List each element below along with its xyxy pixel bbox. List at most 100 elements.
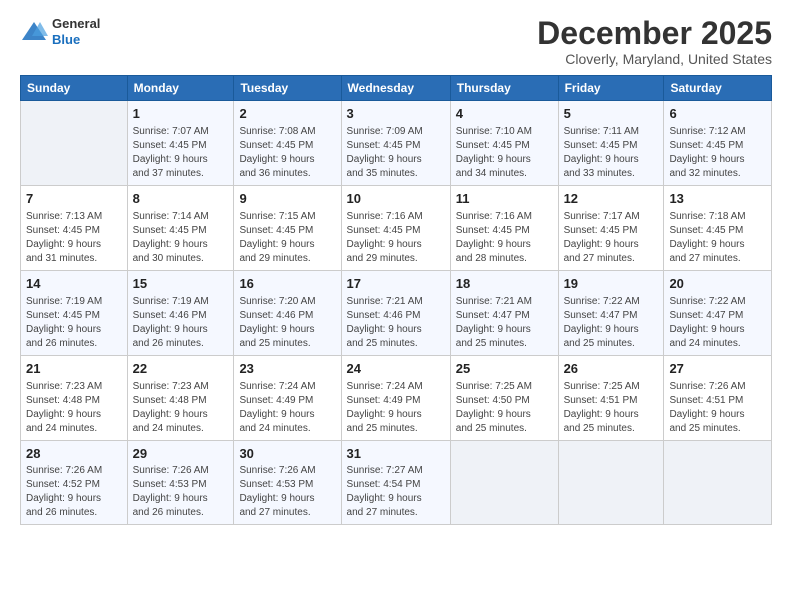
day-number: 14: [26, 275, 122, 294]
day-number: 11: [456, 190, 553, 209]
header-monday: Monday: [127, 76, 234, 101]
day-number: 30: [239, 445, 335, 464]
day-content: Sunrise: 7:25 AMSunset: 4:51 PMDaylight:…: [564, 380, 659, 436]
header-saturday: Saturday: [664, 76, 772, 101]
calendar-table: Sunday Monday Tuesday Wednesday Thursday…: [20, 75, 772, 525]
cell-week1-day4: 4Sunrise: 7:10 AMSunset: 4:45 PMDaylight…: [450, 101, 558, 186]
day-content: Sunrise: 7:12 AMSunset: 4:45 PMDaylight:…: [669, 125, 766, 181]
cell-week4-day2: 23Sunrise: 7:24 AMSunset: 4:49 PMDayligh…: [234, 355, 341, 440]
header-sunday: Sunday: [21, 76, 128, 101]
header-thursday: Thursday: [450, 76, 558, 101]
day-number: 20: [669, 275, 766, 294]
day-number: 2: [239, 105, 335, 124]
cell-week1-day1: 1Sunrise: 7:07 AMSunset: 4:45 PMDaylight…: [127, 101, 234, 186]
week-row-3: 14Sunrise: 7:19 AMSunset: 4:45 PMDayligh…: [21, 270, 772, 355]
cell-week3-day5: 19Sunrise: 7:22 AMSunset: 4:47 PMDayligh…: [558, 270, 664, 355]
cell-week3-day4: 18Sunrise: 7:21 AMSunset: 4:47 PMDayligh…: [450, 270, 558, 355]
header-tuesday: Tuesday: [234, 76, 341, 101]
week-row-4: 21Sunrise: 7:23 AMSunset: 4:48 PMDayligh…: [21, 355, 772, 440]
cell-week3-day1: 15Sunrise: 7:19 AMSunset: 4:46 PMDayligh…: [127, 270, 234, 355]
cell-week5-day0: 28Sunrise: 7:26 AMSunset: 4:52 PMDayligh…: [21, 440, 128, 525]
cell-week2-day3: 10Sunrise: 7:16 AMSunset: 4:45 PMDayligh…: [341, 186, 450, 271]
logo-general-label: General: [52, 16, 100, 32]
day-content: Sunrise: 7:26 AMSunset: 4:52 PMDaylight:…: [26, 464, 122, 520]
day-content: Sunrise: 7:26 AMSunset: 4:51 PMDaylight:…: [669, 380, 766, 436]
cell-week1-day5: 5Sunrise: 7:11 AMSunset: 4:45 PMDaylight…: [558, 101, 664, 186]
day-number: 1: [133, 105, 229, 124]
day-content: Sunrise: 7:24 AMSunset: 4:49 PMDaylight:…: [239, 380, 335, 436]
cell-week2-day1: 8Sunrise: 7:14 AMSunset: 4:45 PMDaylight…: [127, 186, 234, 271]
day-number: 18: [456, 275, 553, 294]
day-number: 29: [133, 445, 229, 464]
cell-week2-day2: 9Sunrise: 7:15 AMSunset: 4:45 PMDaylight…: [234, 186, 341, 271]
day-content: Sunrise: 7:25 AMSunset: 4:50 PMDaylight:…: [456, 380, 553, 436]
cell-week4-day5: 26Sunrise: 7:25 AMSunset: 4:51 PMDayligh…: [558, 355, 664, 440]
day-number: 13: [669, 190, 766, 209]
title-block: December 2025 Cloverly, Maryland, United…: [537, 16, 772, 67]
day-content: Sunrise: 7:14 AMSunset: 4:45 PMDaylight:…: [133, 210, 229, 266]
cell-week5-day3: 31Sunrise: 7:27 AMSunset: 4:54 PMDayligh…: [341, 440, 450, 525]
cell-week3-day3: 17Sunrise: 7:21 AMSunset: 4:46 PMDayligh…: [341, 270, 450, 355]
day-content: Sunrise: 7:19 AMSunset: 4:46 PMDaylight:…: [133, 295, 229, 351]
day-number: 5: [564, 105, 659, 124]
day-content: Sunrise: 7:26 AMSunset: 4:53 PMDaylight:…: [239, 464, 335, 520]
cell-week4-day3: 24Sunrise: 7:24 AMSunset: 4:49 PMDayligh…: [341, 355, 450, 440]
header-friday: Friday: [558, 76, 664, 101]
week-row-1: 1Sunrise: 7:07 AMSunset: 4:45 PMDaylight…: [21, 101, 772, 186]
week-row-5: 28Sunrise: 7:26 AMSunset: 4:52 PMDayligh…: [21, 440, 772, 525]
day-content: Sunrise: 7:21 AMSunset: 4:47 PMDaylight:…: [456, 295, 553, 351]
cell-week3-day2: 16Sunrise: 7:20 AMSunset: 4:46 PMDayligh…: [234, 270, 341, 355]
cell-week5-day1: 29Sunrise: 7:26 AMSunset: 4:53 PMDayligh…: [127, 440, 234, 525]
day-content: Sunrise: 7:19 AMSunset: 4:45 PMDaylight:…: [26, 295, 122, 351]
day-number: 15: [133, 275, 229, 294]
day-content: Sunrise: 7:08 AMSunset: 4:45 PMDaylight:…: [239, 125, 335, 181]
cell-week5-day5: [558, 440, 664, 525]
logo-icon: [20, 18, 48, 46]
day-number: 4: [456, 105, 553, 124]
day-number: 17: [347, 275, 445, 294]
day-number: 16: [239, 275, 335, 294]
day-number: 27: [669, 360, 766, 379]
day-number: 23: [239, 360, 335, 379]
cell-week5-day2: 30Sunrise: 7:26 AMSunset: 4:53 PMDayligh…: [234, 440, 341, 525]
cell-week1-day3: 3Sunrise: 7:09 AMSunset: 4:45 PMDaylight…: [341, 101, 450, 186]
day-content: Sunrise: 7:27 AMSunset: 4:54 PMDaylight:…: [347, 464, 445, 520]
day-content: Sunrise: 7:23 AMSunset: 4:48 PMDaylight:…: [133, 380, 229, 436]
day-number: 28: [26, 445, 122, 464]
cell-week4-day6: 27Sunrise: 7:26 AMSunset: 4:51 PMDayligh…: [664, 355, 772, 440]
day-number: 31: [347, 445, 445, 464]
day-content: Sunrise: 7:18 AMSunset: 4:45 PMDaylight:…: [669, 210, 766, 266]
cell-week3-day6: 20Sunrise: 7:22 AMSunset: 4:47 PMDayligh…: [664, 270, 772, 355]
cell-week4-day0: 21Sunrise: 7:23 AMSunset: 4:48 PMDayligh…: [21, 355, 128, 440]
day-content: Sunrise: 7:22 AMSunset: 4:47 PMDaylight:…: [669, 295, 766, 351]
cell-week1-day2: 2Sunrise: 7:08 AMSunset: 4:45 PMDaylight…: [234, 101, 341, 186]
day-content: Sunrise: 7:09 AMSunset: 4:45 PMDaylight:…: [347, 125, 445, 181]
month-title: December 2025: [537, 16, 772, 51]
header-wednesday: Wednesday: [341, 76, 450, 101]
cell-week5-day6: [664, 440, 772, 525]
week-row-2: 7Sunrise: 7:13 AMSunset: 4:45 PMDaylight…: [21, 186, 772, 271]
day-number: 7: [26, 190, 122, 209]
day-content: Sunrise: 7:17 AMSunset: 4:45 PMDaylight:…: [564, 210, 659, 266]
day-number: 25: [456, 360, 553, 379]
cell-week3-day0: 14Sunrise: 7:19 AMSunset: 4:45 PMDayligh…: [21, 270, 128, 355]
day-content: Sunrise: 7:15 AMSunset: 4:45 PMDaylight:…: [239, 210, 335, 266]
day-content: Sunrise: 7:16 AMSunset: 4:45 PMDaylight:…: [456, 210, 553, 266]
day-content: Sunrise: 7:13 AMSunset: 4:45 PMDaylight:…: [26, 210, 122, 266]
day-number: 10: [347, 190, 445, 209]
day-content: Sunrise: 7:20 AMSunset: 4:46 PMDaylight:…: [239, 295, 335, 351]
day-number: 6: [669, 105, 766, 124]
day-content: Sunrise: 7:24 AMSunset: 4:49 PMDaylight:…: [347, 380, 445, 436]
cell-week2-day5: 12Sunrise: 7:17 AMSunset: 4:45 PMDayligh…: [558, 186, 664, 271]
day-content: Sunrise: 7:07 AMSunset: 4:45 PMDaylight:…: [133, 125, 229, 181]
weekday-header-row: Sunday Monday Tuesday Wednesday Thursday…: [21, 76, 772, 101]
day-number: 12: [564, 190, 659, 209]
day-content: Sunrise: 7:10 AMSunset: 4:45 PMDaylight:…: [456, 125, 553, 181]
cell-week4-day4: 25Sunrise: 7:25 AMSunset: 4:50 PMDayligh…: [450, 355, 558, 440]
day-content: Sunrise: 7:16 AMSunset: 4:45 PMDaylight:…: [347, 210, 445, 266]
day-number: 3: [347, 105, 445, 124]
day-number: 19: [564, 275, 659, 294]
day-content: Sunrise: 7:26 AMSunset: 4:53 PMDaylight:…: [133, 464, 229, 520]
cell-week1-day0: [21, 101, 128, 186]
calendar-page: General Blue December 2025 Cloverly, Mar…: [0, 0, 792, 612]
